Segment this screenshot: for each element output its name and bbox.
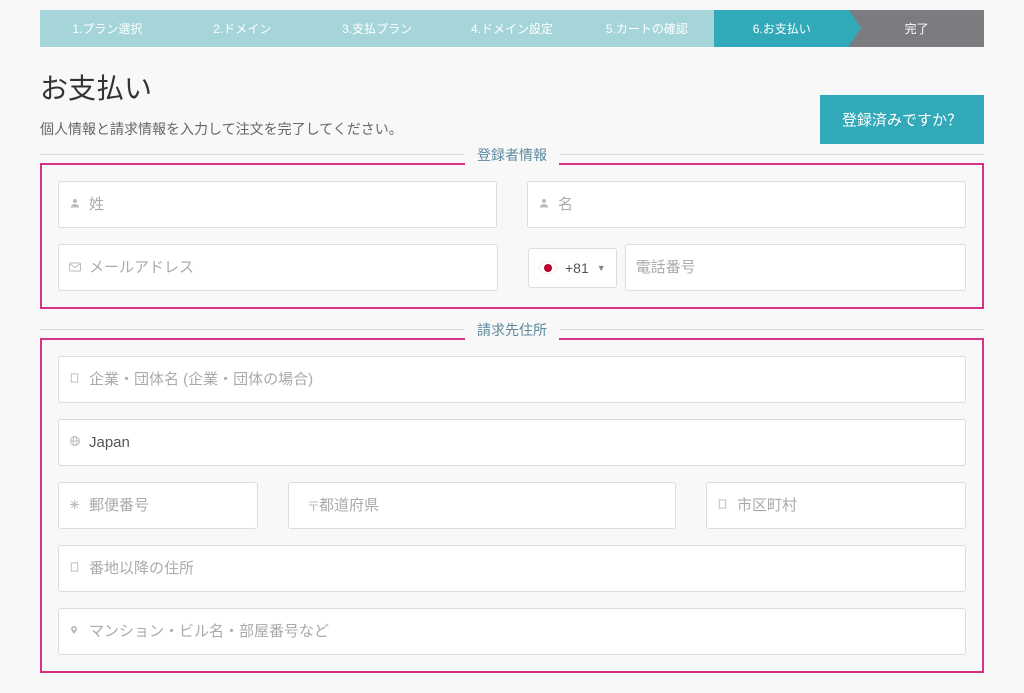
person-icon (528, 197, 548, 212)
last-name-field[interactable] (58, 181, 497, 228)
pin-icon (59, 623, 79, 640)
progress-step-plan: 1.プラン選択 (40, 10, 175, 47)
already-registered-button[interactable]: 登録済みですか？ (820, 95, 984, 144)
building-icon (59, 372, 79, 387)
first-name-input[interactable] (548, 182, 965, 227)
first-name-field[interactable] (527, 181, 966, 228)
page-title: お支払い (40, 67, 820, 107)
postal-mark-icon: 〒 (289, 496, 309, 515)
progress-step-payment-plan: 3.支払プラン (310, 10, 445, 47)
billing-form-box: 〒 (40, 338, 984, 673)
company-field[interactable] (58, 356, 966, 403)
globe-icon (59, 435, 79, 450)
person-icon (59, 197, 79, 212)
envelope-icon (59, 260, 79, 275)
prefecture-field[interactable]: 〒 (288, 482, 676, 529)
address-input[interactable] (79, 546, 965, 591)
city-field[interactable] (706, 482, 966, 529)
billing-legend: 請求先住所 (465, 320, 559, 340)
building-input[interactable] (79, 609, 965, 654)
city-input[interactable] (727, 483, 965, 528)
email-input[interactable] (79, 245, 497, 290)
progress-step-domain-settings: 4.ドメイン設定 (445, 10, 580, 47)
building-icon (707, 498, 727, 513)
country-code-text: +81 (565, 260, 589, 276)
progress-step-complete: 完了 (849, 10, 984, 47)
country-code-selector[interactable]: +81 ▼ (528, 248, 617, 288)
progress-bar: 1.プラン選択 2.ドメイン 3.支払プラン 4.ドメイン設定 5.カートの確認… (0, 0, 1024, 47)
progress-step-cart-confirm: 5.カートの確認 (579, 10, 714, 47)
building-icon (59, 561, 79, 576)
asterisk-icon (59, 498, 79, 513)
address-field[interactable] (58, 545, 966, 592)
progress-step-domain: 2.ドメイン (175, 10, 310, 47)
email-field[interactable] (58, 244, 498, 291)
last-name-input[interactable] (79, 182, 496, 227)
japan-flag-icon (539, 261, 557, 274)
prefecture-input[interactable] (309, 483, 675, 528)
progress-step-payment: 6.お支払い (714, 10, 849, 47)
page-subtitle: 個人情報と請求情報を入力して注文を完了してください。 (40, 119, 820, 139)
phone-input[interactable] (626, 245, 965, 290)
company-input[interactable] (79, 357, 965, 402)
postal-field[interactable] (58, 482, 258, 529)
registrant-form-box: +81 ▼ (40, 163, 984, 309)
country-input[interactable] (79, 420, 965, 465)
country-field[interactable] (58, 419, 966, 466)
building-field[interactable] (58, 608, 966, 655)
chevron-down-icon: ▼ (597, 263, 606, 273)
postal-input[interactable] (79, 483, 257, 528)
registrant-legend: 登録者情報 (465, 145, 559, 165)
